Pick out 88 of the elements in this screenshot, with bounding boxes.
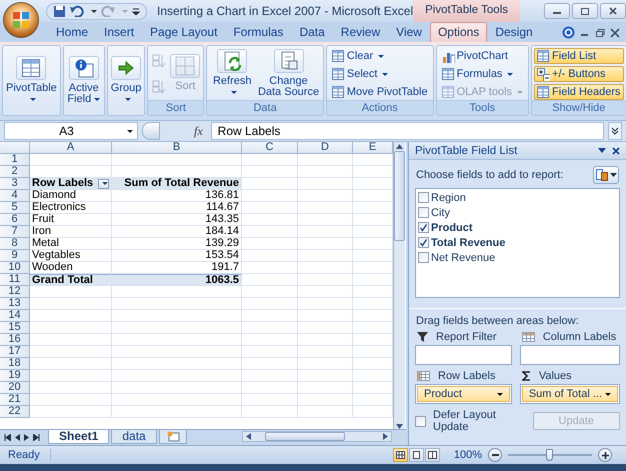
field-label: City xyxy=(431,206,450,218)
column-header[interactable]: D xyxy=(298,142,353,154)
ribbon-button[interactable]: Move PivotTable xyxy=(328,84,431,100)
row-header[interactable]: 17 xyxy=(0,346,30,358)
row-header[interactable]: 22 xyxy=(0,406,30,418)
table-cell: Sum of Total Revenue xyxy=(112,178,242,190)
row-header[interactable]: 6 xyxy=(0,214,30,226)
table-cell: 184.14 xyxy=(112,226,242,238)
toggle-button[interactable]: Field List xyxy=(534,48,624,64)
column-header[interactable]: E xyxy=(353,142,393,154)
ribbon-tab[interactable]: Options xyxy=(430,22,488,42)
table-cell: Diamond xyxy=(30,190,112,202)
ribbon-tab[interactable]: Data xyxy=(291,22,333,42)
ribbon-tab[interactable]: Home xyxy=(48,22,96,42)
table-cell: Grand Total xyxy=(30,274,112,286)
row-header[interactable]: 19 xyxy=(0,370,30,382)
group-label: Tools xyxy=(436,100,528,115)
toggle-button[interactable]: +/- Buttons xyxy=(534,66,624,82)
window-title: Inserting a Chart in Excel 2007 - Microsoft Excel xyxy=(156,4,414,18)
field-label: Product xyxy=(431,222,473,234)
formula-field[interactable]: Row Labels xyxy=(210,122,604,140)
table-cell: 114.67 xyxy=(112,202,242,214)
field-label: Region xyxy=(431,192,466,204)
row-header[interactable]: 20 xyxy=(0,382,30,394)
insert-function-button[interactable]: fx xyxy=(190,124,207,138)
table-cell: Row Labels xyxy=(32,178,94,189)
ribbon-tab[interactable]: Design xyxy=(487,22,541,42)
column-header[interactable]: B xyxy=(112,142,242,154)
row-header[interactable]: 13 xyxy=(0,298,30,310)
ribbon-tab[interactable]: Formulas xyxy=(225,22,292,42)
row-header[interactable]: 7 xyxy=(0,226,30,238)
ribbon-tab[interactable]: View xyxy=(388,22,430,42)
table-cell: Fruit xyxy=(30,214,112,226)
table-cell: Iron xyxy=(30,226,112,238)
table-cell: 136.81 xyxy=(112,190,242,202)
status-text: Ready xyxy=(8,449,51,461)
sheet-tab[interactable]: data xyxy=(111,430,157,444)
ribbon-button[interactable]: PivotChart xyxy=(438,48,526,64)
ribbon-button[interactable]: Formulas xyxy=(438,66,526,82)
panel-prompt: Drag fields between areas below: xyxy=(415,314,580,329)
row-header[interactable]: 3 xyxy=(0,178,30,190)
column-header[interactable]: A xyxy=(30,142,112,154)
name-box[interactable]: A3 xyxy=(4,122,138,140)
ribbon-button[interactable]: Refresh xyxy=(209,48,256,98)
ribbon-button[interactable]: Clear xyxy=(328,48,431,64)
row-header[interactable]: 15 xyxy=(0,322,30,334)
row-header[interactable]: 1 xyxy=(0,154,30,166)
panel-prompt: Choose fields to add to report: xyxy=(416,169,564,181)
contextual-tab-group: PivotTable Tools xyxy=(413,0,520,22)
table-cell: Vegtables xyxy=(30,250,112,262)
table-cell: Electronics xyxy=(30,202,112,214)
ribbon-button[interactable]: Select xyxy=(328,66,431,82)
area-label: Row Labels xyxy=(438,370,496,382)
table-cell: 139.29 xyxy=(112,238,242,250)
ribbon-tab[interactable]: Insert xyxy=(96,22,142,42)
row-header[interactable]: 18 xyxy=(0,358,30,370)
row-header[interactable]: 4 xyxy=(0,190,30,202)
row-header[interactable]: 8 xyxy=(0,238,30,250)
area-label: Report Filter xyxy=(436,331,497,343)
row-header[interactable]: 12 xyxy=(0,286,30,298)
group-label: Data xyxy=(207,100,323,115)
row-header[interactable]: 14 xyxy=(0,310,30,322)
group-label: Show/Hide xyxy=(532,100,626,115)
row-header[interactable]: 5 xyxy=(0,202,30,214)
row-header[interactable]: 9 xyxy=(0,250,30,262)
row-header[interactable]: 2 xyxy=(0,166,30,178)
group-label: Actions xyxy=(326,100,433,115)
area-label: Column Labels xyxy=(542,331,616,343)
ribbon-tab[interactable]: Page Layout xyxy=(142,22,226,42)
column-header[interactable]: C xyxy=(242,142,298,154)
area-label: Values xyxy=(538,370,572,382)
row-header[interactable]: 16 xyxy=(0,334,30,346)
row-header[interactable]: 11 xyxy=(0,274,30,286)
zoom-level: 100% xyxy=(454,449,482,461)
row-header[interactable]: 10 xyxy=(0,262,30,274)
table-cell: Metal xyxy=(30,238,112,250)
table-cell: 143.35 xyxy=(112,214,242,226)
group-label: Sort xyxy=(148,100,204,115)
checkbox-label: Defer Layout Update xyxy=(433,409,497,433)
field-label: Net Revenue xyxy=(431,252,496,264)
ribbon-tab[interactable]: Review xyxy=(332,22,388,42)
panel-title: PivotTable Field List xyxy=(415,144,518,156)
sheet-tab[interactable]: Sheet1 xyxy=(48,430,110,444)
row-header[interactable]: 21 xyxy=(0,394,30,406)
toggle-button[interactable]: Field Headers xyxy=(534,84,624,100)
table-cell: 1063.5 xyxy=(112,274,242,286)
field-label: Total Revenue xyxy=(431,236,506,248)
table-cell: 153.54 xyxy=(112,250,242,262)
